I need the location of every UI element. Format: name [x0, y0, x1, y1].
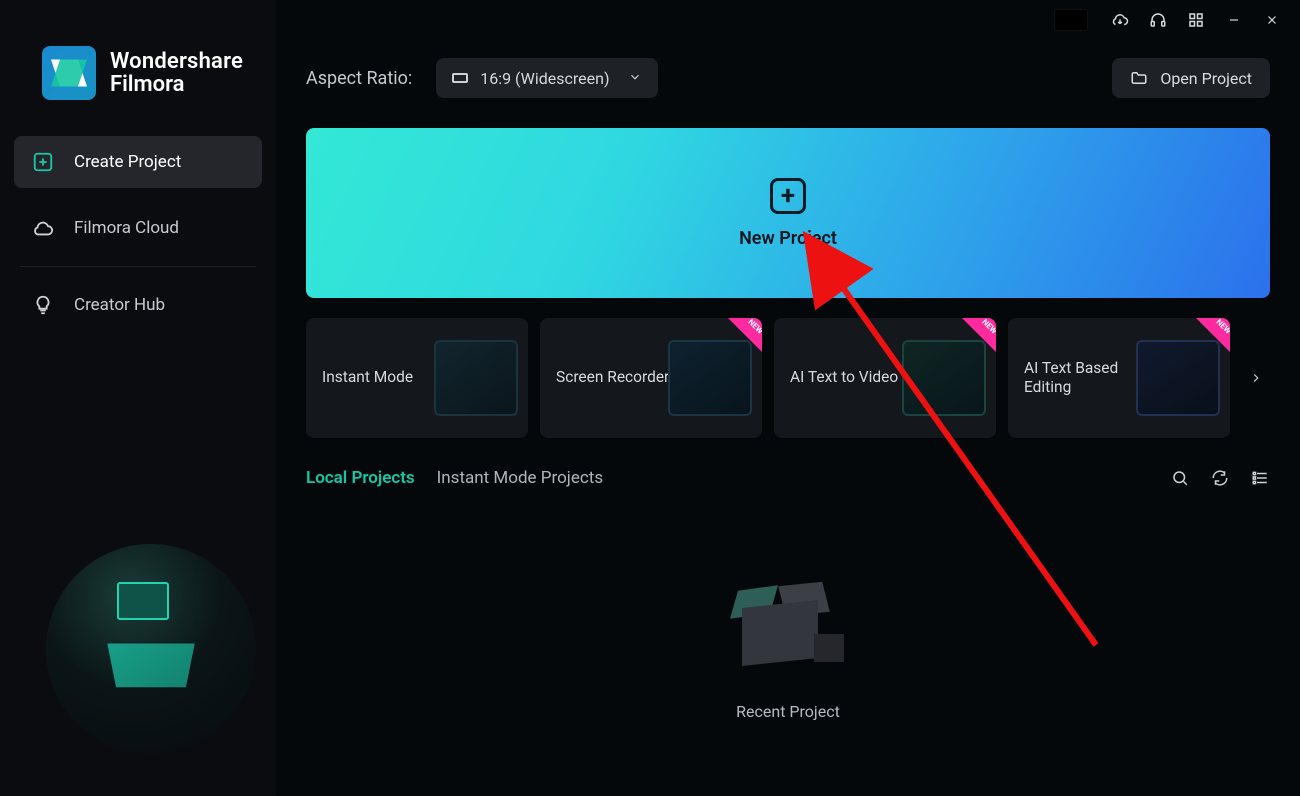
search-icon[interactable]	[1170, 468, 1190, 488]
chevron-right-icon	[1249, 371, 1263, 385]
sidebar-item-creator-hub[interactable]: Creator Hub	[14, 279, 262, 331]
card-art-icon	[434, 340, 518, 416]
promo-illustration	[46, 544, 256, 754]
lightbulb-icon	[32, 294, 54, 316]
projects-tabs: Local Projects Instant Mode Projects	[306, 468, 1270, 488]
window-close-icon[interactable]	[1262, 10, 1282, 30]
sidebar: Wondershare Filmora Create Project Filmo…	[0, 0, 276, 796]
main-content: Aspect Ratio: 16:9 (Widescreen) Open Pro…	[276, 0, 1300, 796]
app-logo: Wondershare Filmora	[0, 0, 276, 108]
cloud-icon	[32, 217, 54, 239]
account-placeholder[interactable]	[1054, 9, 1088, 31]
list-view-icon[interactable]	[1250, 468, 1270, 488]
apps-grid-icon[interactable]	[1186, 10, 1206, 30]
tab-instant-mode-projects[interactable]: Instant Mode Projects	[437, 468, 603, 488]
cloud-download-icon[interactable]	[1110, 10, 1130, 30]
sidebar-nav: Create Project Filmora Cloud Creator Hub	[0, 108, 276, 331]
card-title: AI Text to Video	[790, 368, 898, 387]
card-ai-text-to-video[interactable]: AI Text to Video	[774, 318, 996, 438]
new-badge-icon	[728, 318, 762, 352]
open-project-label: Open Project	[1160, 69, 1252, 88]
brand-name-1: Wondershare	[110, 50, 243, 73]
chevron-down-icon	[628, 69, 642, 88]
card-title: Screen Recorder	[556, 368, 669, 387]
card-screen-recorder[interactable]: Screen Recorder	[540, 318, 762, 438]
new-project-button[interactable]: New Project	[306, 128, 1270, 298]
window-minimize-icon[interactable]	[1224, 10, 1244, 30]
headphones-icon[interactable]	[1148, 10, 1168, 30]
sidebar-item-label: Filmora Cloud	[74, 218, 179, 238]
refresh-icon[interactable]	[1210, 468, 1230, 488]
card-ai-text-based-editing[interactable]: AI Text Based Editing	[1008, 318, 1230, 438]
tab-local-projects[interactable]: Local Projects	[306, 468, 415, 488]
aspect-ratio-select[interactable]: 16:9 (Widescreen)	[436, 58, 658, 98]
open-project-button[interactable]: Open Project	[1112, 58, 1270, 98]
empty-box-icon	[728, 564, 848, 684]
mode-cards-row: Instant Mode Screen Recorder AI Text to …	[306, 318, 1270, 438]
ratio-rect-icon	[452, 73, 468, 83]
filmora-logo-icon	[42, 46, 96, 100]
new-project-label: New Project	[739, 228, 837, 249]
sidebar-item-create-project[interactable]: Create Project	[14, 136, 262, 188]
card-instant-mode[interactable]: Instant Mode	[306, 318, 528, 438]
recent-projects-empty-state: Recent Project	[276, 488, 1300, 796]
sidebar-item-filmora-cloud[interactable]: Filmora Cloud	[14, 202, 262, 254]
plus-square-icon	[32, 151, 54, 173]
card-title: Instant Mode	[322, 368, 413, 387]
aspect-ratio-value: 16:9 (Widescreen)	[480, 69, 609, 88]
sidebar-divider	[20, 266, 256, 267]
card-title: AI Text Based Editing	[1024, 359, 1144, 398]
plus-square-icon	[770, 178, 806, 214]
new-badge-icon	[1196, 318, 1230, 352]
sidebar-item-label: Create Project	[74, 152, 181, 172]
brand-name-2: Filmora	[110, 73, 243, 96]
cards-next-button[interactable]	[1242, 318, 1270, 438]
recent-project-label: Recent Project	[736, 702, 840, 721]
folder-icon	[1130, 69, 1148, 87]
window-titlebar	[276, 0, 1300, 40]
top-toolbar: Aspect Ratio: 16:9 (Widescreen) Open Pro…	[276, 40, 1300, 98]
aspect-ratio-label: Aspect Ratio:	[306, 68, 412, 89]
sidebar-item-label: Creator Hub	[74, 295, 165, 315]
new-badge-icon	[962, 318, 996, 352]
